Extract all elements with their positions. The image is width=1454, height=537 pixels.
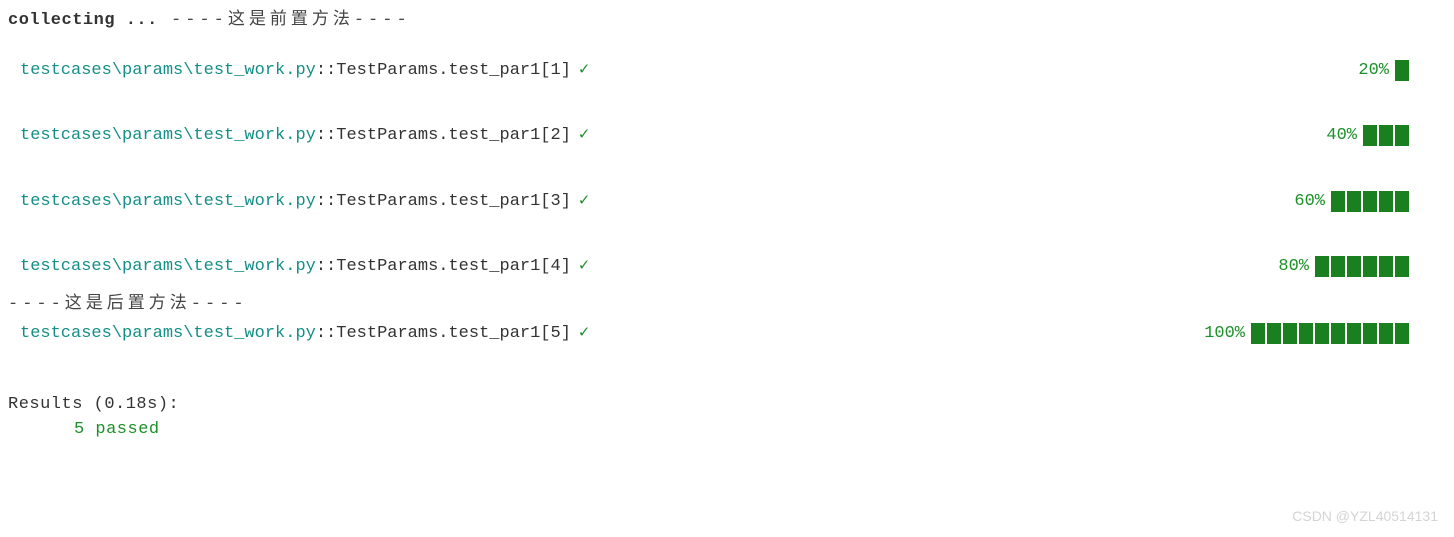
progress-block [1331,323,1345,344]
collecting-header: collecting ... ----这是前置方法---- [8,8,1446,34]
check-icon: ✓ [579,123,589,149]
progress-block [1331,191,1345,212]
setup-message: ----这是前置方法---- [171,11,411,30]
progress-bar [1251,323,1411,344]
percent-label: 60% [1275,189,1325,215]
test-row: testcases\params\test_work.py::TestParam… [8,58,1446,84]
test-path: testcases\params\test_work.py [20,189,316,215]
progress-block [1395,191,1409,212]
check-icon: ✓ [579,58,589,84]
teardown-message: ----这是后置方法---- [8,292,1446,318]
progress-bar [1363,125,1411,146]
check-icon: ✓ [579,189,589,215]
progress-bar [1395,60,1411,81]
percent-label: 80% [1259,254,1309,280]
watermark: CSDN @YZL40514131 [1292,506,1438,527]
progress-block [1315,323,1329,344]
test-row: testcases\params\test_work.py::TestParam… [8,189,1446,215]
test-path: testcases\params\test_work.py [20,321,316,347]
progress-block [1331,256,1345,277]
test-name: ::TestParams.test_par1[5] [316,321,571,347]
progress-bar [1331,191,1411,212]
progress-block [1395,60,1409,81]
check-icon: ✓ [579,321,589,347]
test-path: testcases\params\test_work.py [20,254,316,280]
progress-block [1379,323,1393,344]
collecting-label: collecting ... [8,11,158,30]
test-path: testcases\params\test_work.py [20,58,316,84]
test-name: ::TestParams.test_par1[2] [316,123,571,149]
progress-block [1395,323,1409,344]
progress-block [1283,323,1297,344]
progress-block [1395,125,1409,146]
progress-block [1379,256,1393,277]
test-name: ::TestParams.test_par1[1] [316,58,571,84]
percent-label: 100% [1195,321,1245,347]
progress-block [1315,256,1329,277]
test-row: testcases\params\test_work.py::TestParam… [8,321,1446,347]
test-name: ::TestParams.test_par1[4] [316,254,571,280]
progress-block [1299,323,1313,344]
progress-block [1395,256,1409,277]
passed-count: 5 passed [8,417,1446,443]
check-icon: ✓ [579,254,589,280]
progress-block [1267,323,1281,344]
percent-label: 40% [1307,123,1357,149]
test-name: ::TestParams.test_par1[3] [316,189,571,215]
progress-block [1363,191,1377,212]
progress-block [1379,191,1393,212]
progress-block [1363,256,1377,277]
progress-bar [1315,256,1411,277]
test-row: testcases\params\test_work.py::TestParam… [8,254,1446,280]
results-header: Results (0.18s): [8,392,1446,418]
test-path: testcases\params\test_work.py [20,123,316,149]
progress-block [1379,125,1393,146]
test-row: testcases\params\test_work.py::TestParam… [8,123,1446,149]
percent-label: 20% [1339,58,1389,84]
progress-block [1347,256,1361,277]
progress-block [1347,323,1361,344]
progress-block [1363,125,1377,146]
progress-block [1251,323,1265,344]
progress-block [1363,323,1377,344]
progress-block [1347,191,1361,212]
